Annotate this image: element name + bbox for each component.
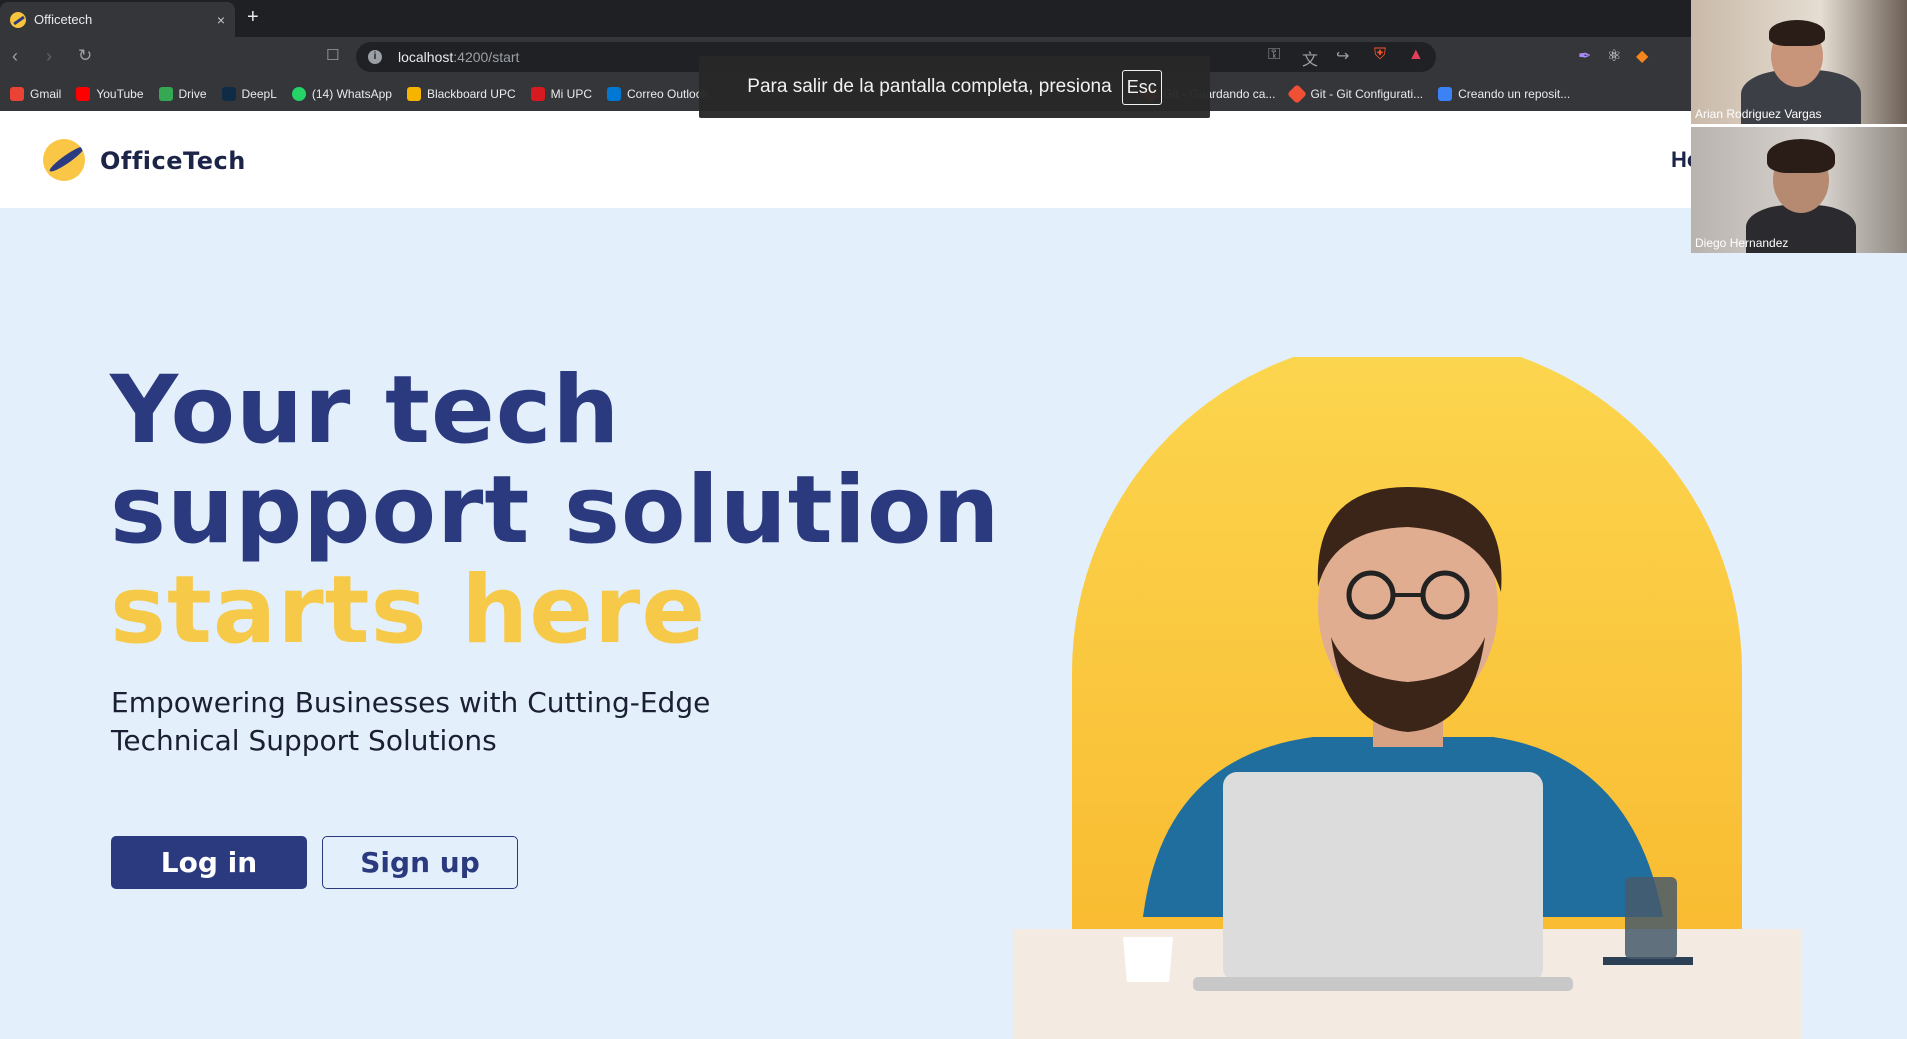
password-key-icon[interactable]: ⚿	[1268, 46, 1280, 64]
bookmark-label: Mi UPC	[550, 87, 592, 101]
new-tab-button[interactable]: +	[247, 6, 259, 29]
git-icon	[1287, 84, 1308, 104]
url-path: :4200/start	[453, 49, 520, 65]
bookmark-label: DeepL	[241, 87, 277, 101]
video-tile-participant-1[interactable]: Arian Rodriguez Vargas	[1691, 0, 1907, 124]
laptop-base-shape	[1193, 977, 1573, 991]
bookmark-label: Correo Outlook	[627, 87, 709, 101]
browser-tab-bar: Officetech × +	[0, 0, 1907, 37]
laptop-lid-shape	[1223, 772, 1543, 982]
bookmark-label: Git - Git Configurati...	[1310, 87, 1424, 101]
bookmark-item[interactable]: Creando un reposit...	[1438, 87, 1570, 101]
bookmark-label: Blackboard UPC	[426, 87, 516, 101]
extension-metamask-icon[interactable]: ◆	[1636, 46, 1648, 66]
translate-icon[interactable]: 文	[1302, 46, 1318, 70]
gmail-icon	[10, 87, 24, 101]
officetech-favicon-icon	[10, 11, 26, 28]
web-page: OfficeTech Home Your tech support soluti…	[0, 111, 1907, 1039]
bookmark-item[interactable]: Correo Outlook	[607, 87, 708, 101]
reload-icon[interactable]: ↻	[78, 46, 92, 66]
hero-title-line-2: support solution	[110, 456, 1001, 565]
extension-feather-icon[interactable]: ✒	[1578, 46, 1591, 66]
fullscreen-exit-toast: Para salir de la pantalla completa, pres…	[699, 56, 1210, 118]
brand-name[interactable]: OfficeTech	[100, 147, 246, 175]
brave-shield-icon[interactable]: ⛨	[1374, 46, 1386, 64]
share-icon[interactable]: ↪	[1336, 46, 1349, 66]
pen-holder-shape	[1625, 877, 1677, 959]
bookmark-star-icon[interactable]: ☐	[326, 46, 339, 64]
nav-home-link[interactable]: Home	[1671, 147, 1691, 173]
video-tile-participant-2[interactable]: Diego Hernandez	[1691, 127, 1907, 253]
login-button[interactable]: Log in	[111, 836, 307, 889]
azure-devops-icon	[1438, 87, 1453, 101]
deepl-icon	[221, 87, 236, 101]
url-host: localhost	[398, 49, 454, 65]
hero-title: Your tech support solution starts here	[110, 361, 1000, 661]
tab-title: Officetech	[34, 12, 93, 27]
bookmark-item[interactable]: YouTube	[76, 87, 144, 101]
coffee-cup-shape	[1123, 937, 1173, 982]
brave-rewards-icon[interactable]: ▲	[1408, 46, 1424, 64]
bookmark-item[interactable]: (14) WhatsApp	[291, 87, 392, 101]
signup-button[interactable]: Sign up	[322, 836, 518, 889]
browser-tab[interactable]: Officetech ×	[0, 2, 235, 37]
bookmark-label: Drive	[178, 87, 207, 101]
extension-react-icon[interactable]: ⚛	[1607, 46, 1621, 66]
fullscreen-toast-message: Para salir de la pantalla completa, pres…	[747, 76, 1112, 97]
officetech-logo-icon[interactable]	[43, 139, 85, 181]
outlook-icon	[607, 87, 621, 101]
participant-hair	[1769, 20, 1825, 46]
bookmark-label: YouTube	[96, 87, 144, 101]
bookmark-item[interactable]: Blackboard UPC	[406, 87, 516, 101]
bookmark-item[interactable]: Gmail	[10, 87, 61, 101]
bookmark-label: (14) WhatsApp	[311, 87, 392, 101]
hero-title-line-3: starts here	[110, 556, 707, 665]
drive-icon	[158, 87, 173, 101]
site-header: OfficeTech Home	[0, 111, 1907, 208]
bookmark-label: Creando un reposit...	[1458, 87, 1571, 101]
forward-icon[interactable]: ›	[46, 46, 52, 67]
participant-hair	[1767, 139, 1835, 173]
bookmark-item[interactable]: Drive	[158, 87, 207, 101]
mi-upc-icon	[530, 87, 545, 101]
participant-name: Diego Hernandez	[1695, 236, 1789, 250]
back-icon[interactable]: ‹	[12, 46, 18, 67]
hero-subtitle: Empowering Businesses with Cutting-Edge …	[111, 686, 711, 757]
bookmark-item[interactable]: Mi UPC	[530, 87, 592, 101]
youtube-icon	[76, 87, 91, 101]
site-info-icon[interactable]: i	[368, 50, 382, 64]
bookmark-item[interactable]: Git - Git Configurati...	[1287, 84, 1424, 104]
blackboard-icon	[406, 87, 421, 101]
hero-illustration	[1013, 357, 1801, 1039]
hero-title-line-1: Your tech	[110, 356, 621, 465]
participant-name: Arian Rodriguez Vargas	[1695, 107, 1822, 121]
bookmark-item[interactable]: DeepL	[221, 87, 277, 101]
bookmark-label: Gmail	[30, 87, 62, 101]
whatsapp-icon	[291, 87, 306, 101]
tab-close-icon[interactable]: ×	[217, 12, 225, 28]
esc-key-badge: Esc	[1121, 69, 1162, 105]
